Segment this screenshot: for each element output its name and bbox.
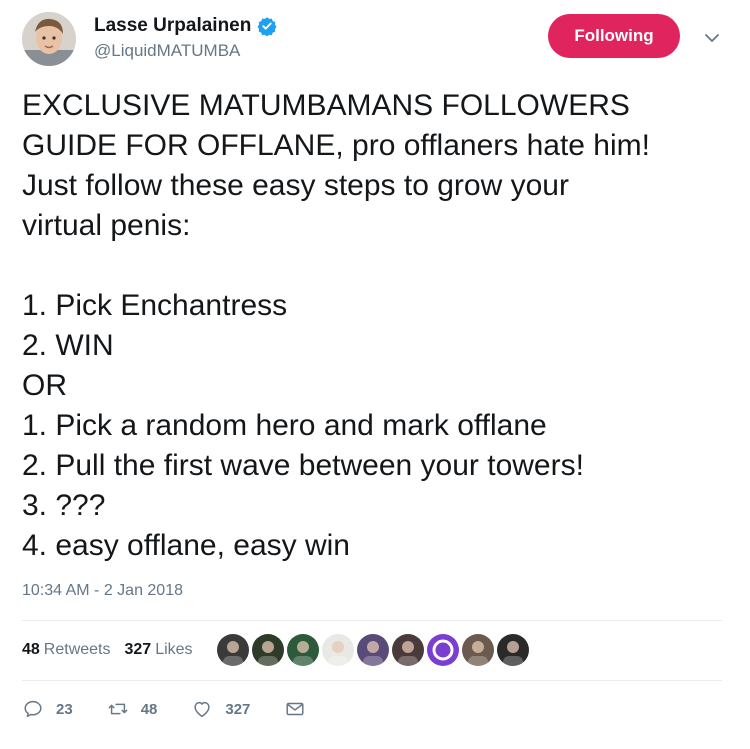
likes-stat[interactable]: 327 Likes — [125, 641, 193, 659]
retweets-label: Retweets — [43, 641, 111, 658]
likes-count: 327 — [124, 641, 152, 658]
retweets-count: 48 — [22, 641, 40, 658]
tweet-line: virtual penis: — [22, 209, 191, 242]
tweet-header: Lasse Urpalainen @LiquidMATUMBA Followin… — [22, 10, 728, 70]
following-button[interactable]: Following — [548, 14, 680, 58]
reply-count: 23 — [56, 700, 73, 718]
tweet-actions: 23 48 327 — [22, 694, 340, 724]
retweets-stat[interactable]: 48 Retweets — [22, 641, 111, 659]
tweet-line: Just follow these easy steps to grow you… — [22, 169, 569, 202]
liker-avatar[interactable] — [251, 634, 284, 666]
verified-badge-icon — [257, 16, 277, 37]
liker-avatar[interactable] — [426, 634, 459, 666]
retweet-icon — [108, 703, 128, 715]
likes-label: Likes — [155, 641, 193, 658]
like-button[interactable]: 327 — [191, 698, 250, 720]
direct-message-button[interactable] — [284, 698, 306, 720]
tweet-timestamp[interactable]: 10:34 AM - 2 Jan 2018 — [22, 582, 183, 600]
divider — [22, 680, 722, 681]
tweet-text: EXCLUSIVE MATUMBAMANS FOLLOWERS GUIDE FO… — [22, 86, 732, 566]
reply-icon — [24, 700, 42, 718]
liker-avatar[interactable] — [461, 634, 494, 666]
author-avatar[interactable] — [22, 12, 76, 66]
heart-icon — [194, 701, 210, 718]
tweet-line: 4. easy offlane, easy win — [22, 529, 350, 562]
reply-button[interactable]: 23 — [22, 698, 73, 720]
liker-avatar[interactable] — [391, 634, 424, 666]
divider — [22, 620, 722, 621]
author-info: Lasse Urpalainen @LiquidMATUMBA — [94, 15, 277, 61]
liker-avatar[interactable] — [496, 634, 529, 666]
tweet-line: GUIDE FOR OFFLANE, pro offlaners hate hi… — [22, 129, 650, 162]
tweet-line: EXCLUSIVE MATUMBAMANS FOLLOWERS — [22, 89, 630, 122]
tweet-line: 2. Pull the first wave between your towe… — [22, 449, 584, 482]
tweet-line: 2. WIN — [22, 329, 114, 362]
liker-avatar[interactable] — [356, 634, 389, 666]
retweet-count: 48 — [140, 700, 158, 718]
author-name[interactable]: Lasse Urpalainen — [94, 15, 251, 37]
like-count: 327 — [225, 700, 251, 718]
tweet-line: OR — [22, 369, 67, 402]
chevron-down-icon[interactable] — [702, 28, 722, 48]
tweet-line: 1. Pick a random hero and mark offlane — [22, 409, 547, 442]
liker-avatar[interactable] — [286, 634, 319, 666]
tweet-line — [22, 246, 732, 286]
envelope-icon — [286, 702, 304, 716]
engagement-stats: 48 Retweets 327 Likes — [22, 630, 532, 670]
retweet-button[interactable]: 48 — [107, 698, 158, 720]
liker-avatars — [216, 634, 532, 666]
tweet-line: 3. ??? — [22, 489, 106, 522]
liker-avatar[interactable] — [216, 634, 249, 666]
author-handle[interactable]: @LiquidMATUMBA — [94, 41, 277, 61]
liker-avatar[interactable] — [321, 634, 354, 666]
tweet-line: 1. Pick Enchantress — [22, 289, 288, 322]
